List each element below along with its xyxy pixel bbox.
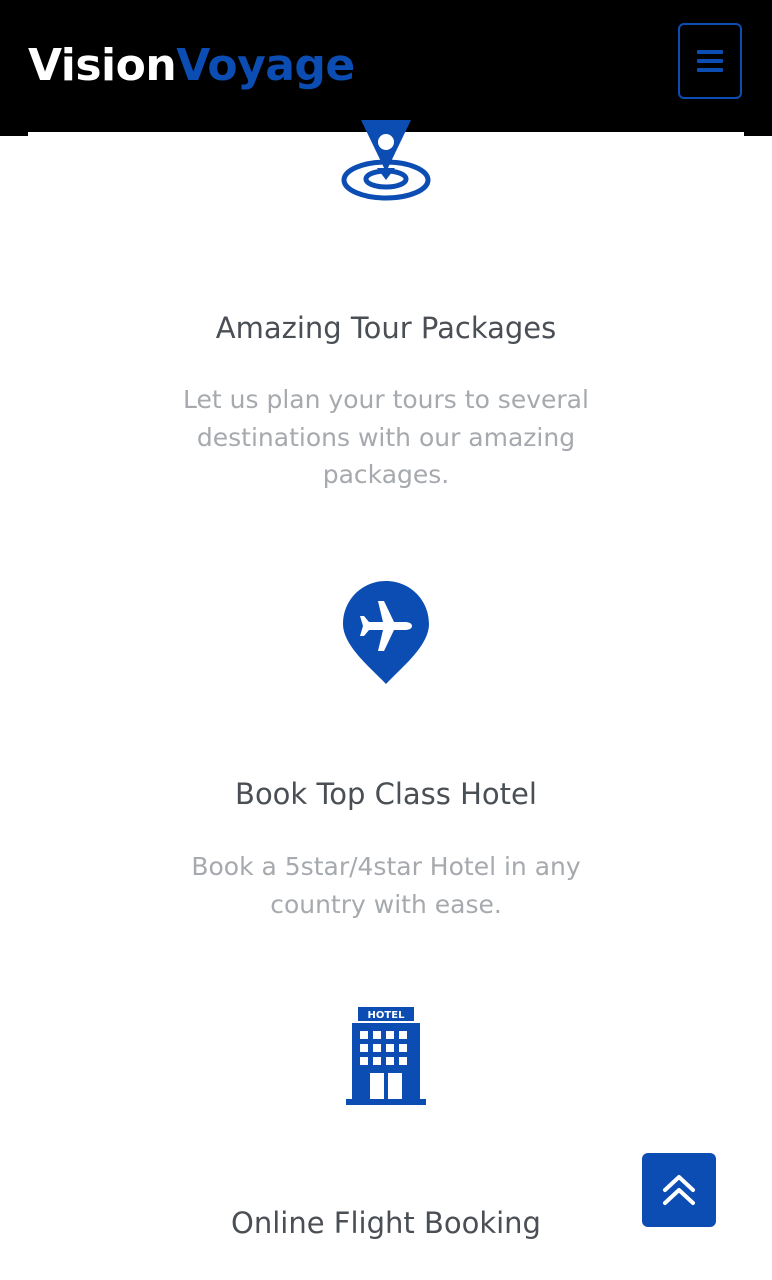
feature-title-hotel: Book Top Class Hotel: [235, 777, 537, 811]
feature-icon-hotel: HOTEL: [0, 1007, 772, 1105]
logo-text-voyage: Voyage: [176, 40, 355, 91]
hamburger-menu-icon: [697, 50, 723, 72]
feature-desc-tour-packages: Let us plan your tours to several destin…: [183, 385, 589, 489]
feature-icon-airplane: [0, 580, 772, 686]
site-logo[interactable]: VisionVoyage: [28, 36, 355, 96]
feature-title-tour-packages: Amazing Tour Packages: [215, 311, 557, 345]
menu-toggle-button[interactable]: [678, 23, 742, 99]
feature-desc-hotel: Book a 5star/4star Hotel in any country …: [191, 852, 581, 919]
page: VisionVoyage Amazing Tour Packages Let u…: [0, 0, 772, 1280]
location-pin-icon: [341, 120, 431, 201]
back-to-top-button[interactable]: [642, 1153, 716, 1227]
feature-icon-tour: [0, 120, 772, 202]
site-header: VisionVoyage: [0, 0, 772, 136]
double-chevron-up-icon: [663, 1175, 695, 1205]
hotel-building-icon: HOTEL: [346, 1007, 426, 1105]
hotel-sign-label: HOTEL: [368, 1010, 406, 1021]
logo-text-vision: Vision: [28, 40, 177, 91]
airplane-pin-icon: [343, 581, 429, 684]
